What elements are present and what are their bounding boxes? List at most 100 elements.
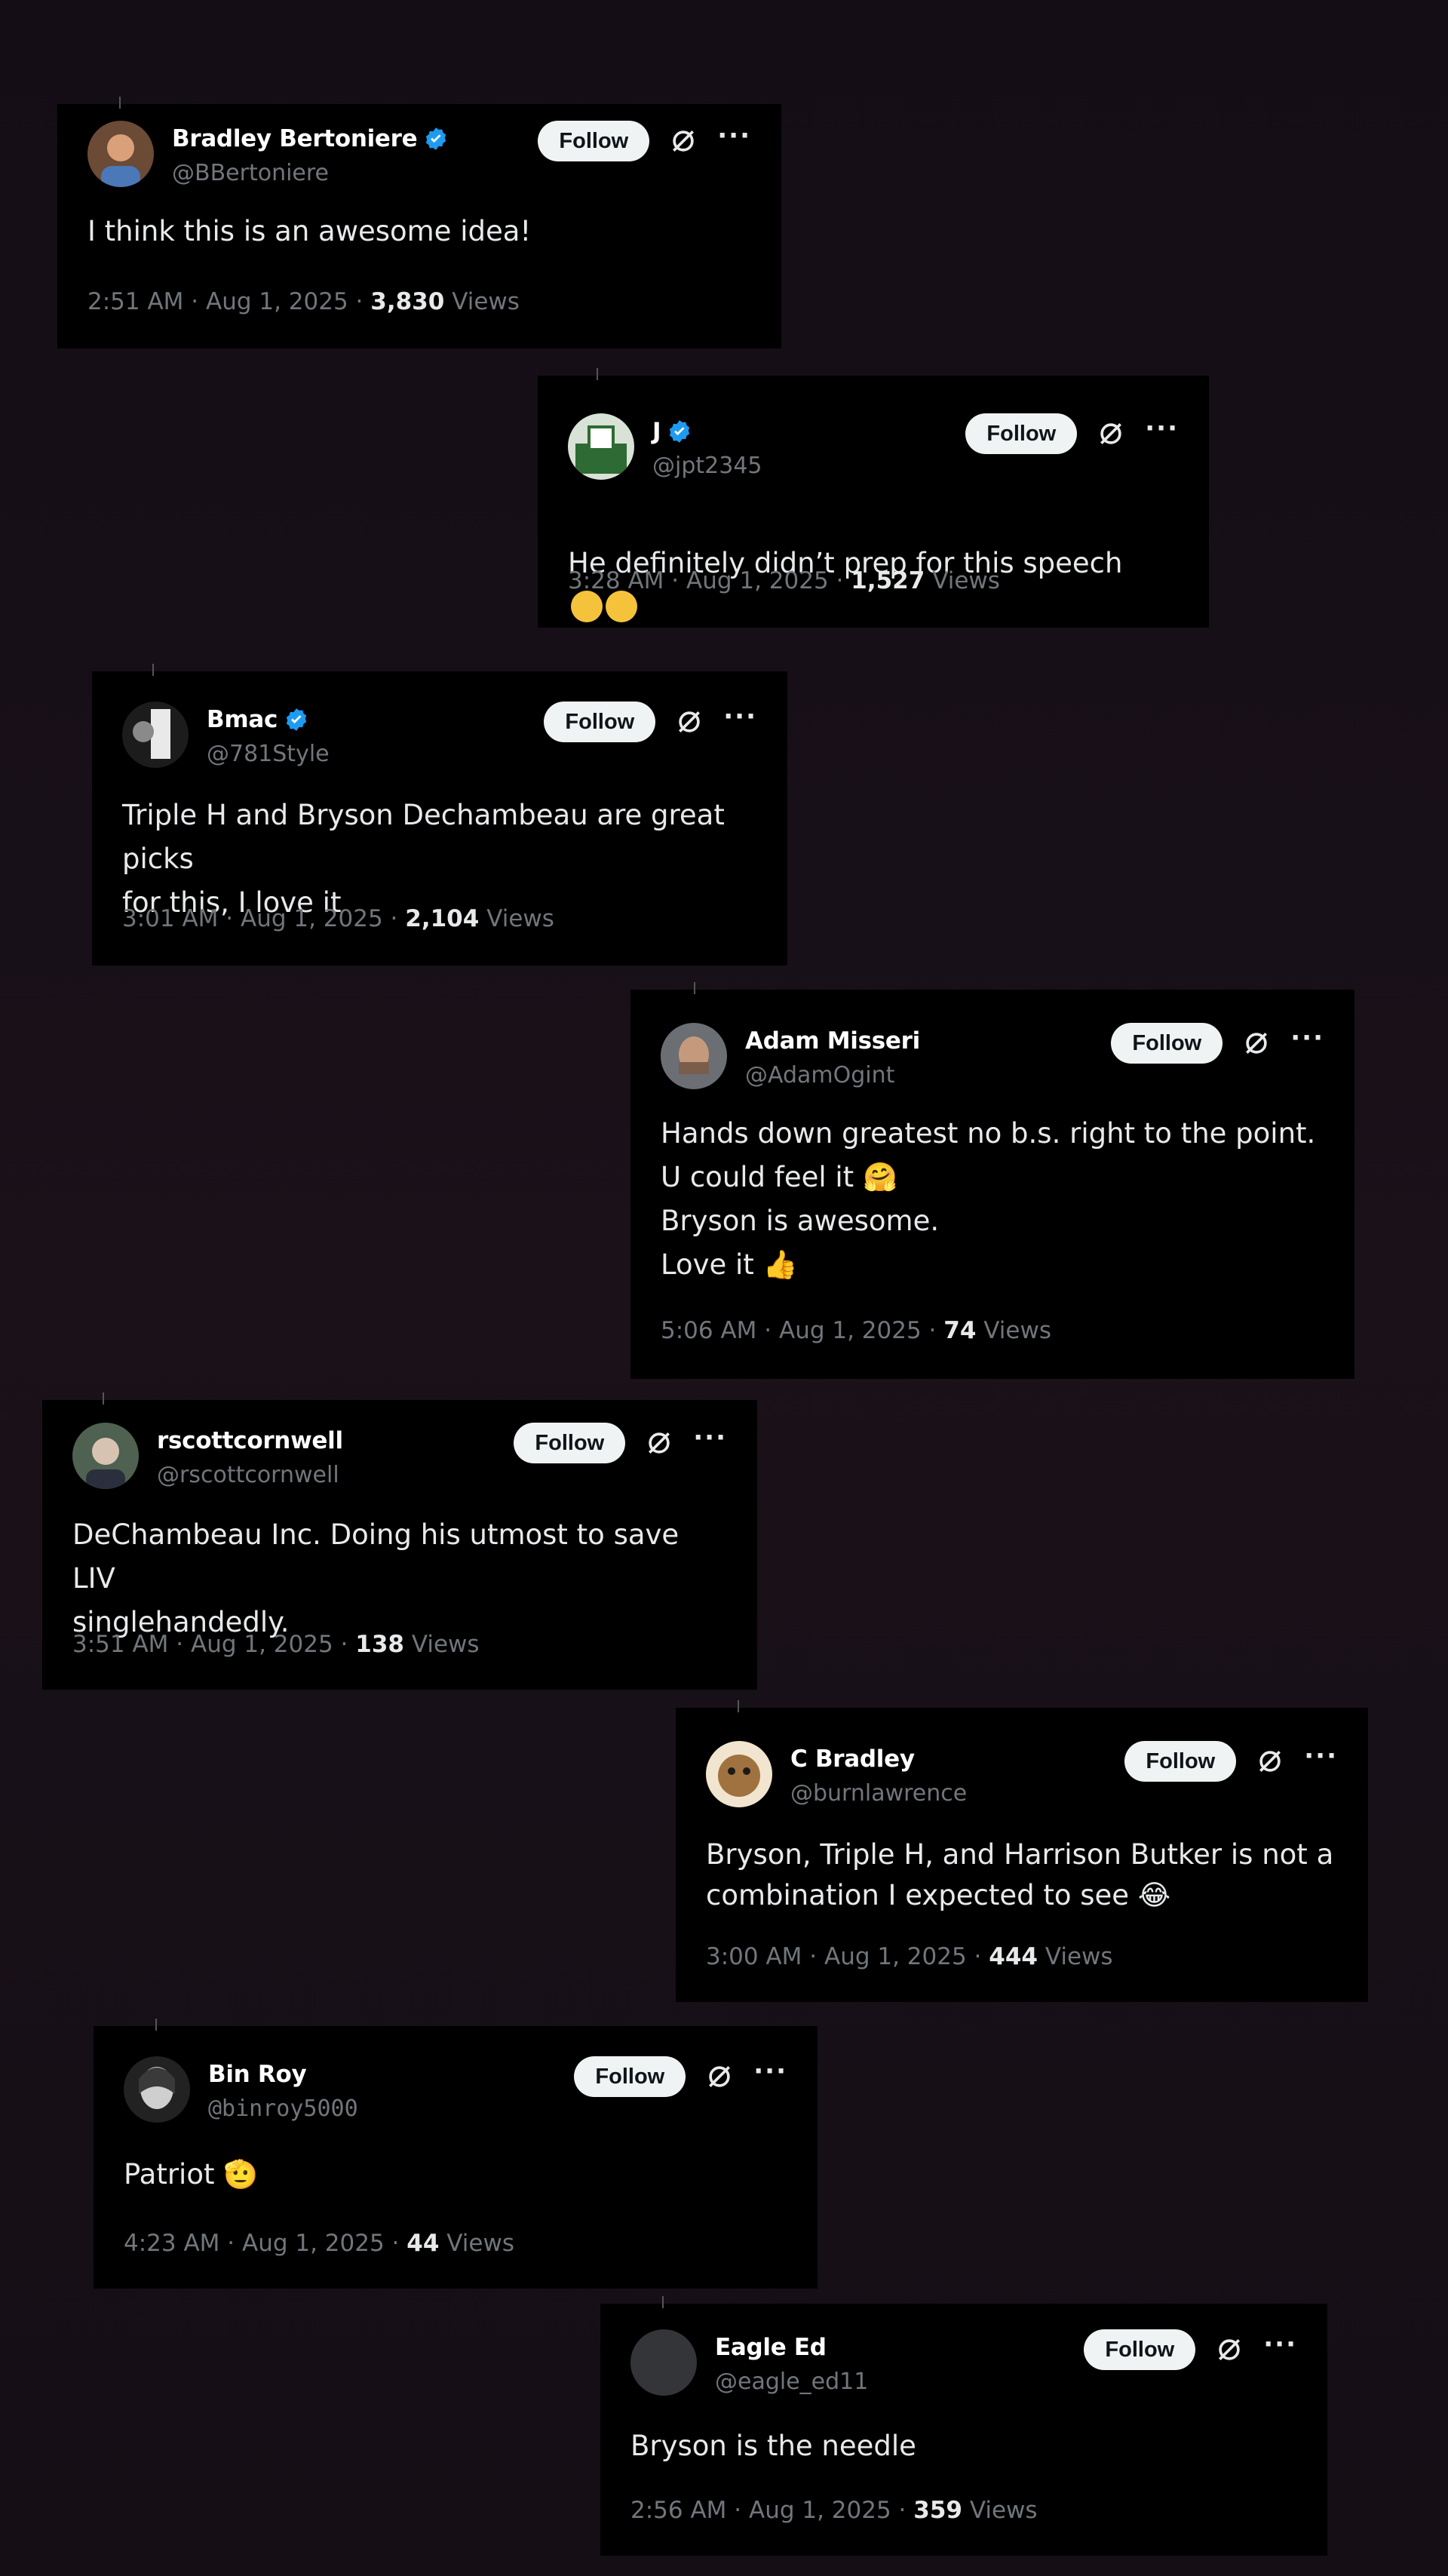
timestamp[interactable]: 2:56 AM · Aug 1, 2025 ·: [630, 2497, 913, 2524]
timestamp[interactable]: 3:00 AM · Aug 1, 2025 ·: [706, 1943, 989, 1970]
tick-mark: [152, 664, 154, 676]
user-handle[interactable]: @rscottcornwell: [157, 1462, 339, 1488]
timestamp[interactable]: 3:28 AM · Aug 1, 2025 ·: [568, 567, 851, 594]
follow-button[interactable]: Follow: [1084, 2329, 1196, 2370]
timestamp[interactable]: 4:23 AM · Aug 1, 2025 ·: [124, 2230, 406, 2257]
avatar[interactable]: [568, 413, 634, 480]
verified-badge-icon: [423, 126, 449, 152]
user-handle[interactable]: @eagle_ed11: [715, 2369, 868, 2395]
views-label: Views: [411, 1631, 480, 1658]
view-count: 444: [989, 1943, 1038, 1970]
timestamp[interactable]: 3:01 AM · Aug 1, 2025 ·: [122, 905, 405, 932]
verified-badge-icon: [284, 707, 309, 732]
more-options-icon[interactable]: ···: [1290, 1025, 1324, 1051]
tweet-header: Eagle Ed @eagle_ed11 Follow ···: [630, 2329, 1297, 2402]
grok-icon[interactable]: [669, 127, 698, 155]
tweet-header: Bradley Bertoniere @BBertoniere Follow ·…: [87, 121, 751, 193]
display-name[interactable]: Adam Misseri: [745, 1027, 920, 1055]
view-count: 74: [943, 1317, 977, 1344]
display-name[interactable]: Bmac: [207, 706, 278, 733]
grok-icon[interactable]: [1215, 2335, 1244, 2364]
tweet-card[interactable]: Bin Roy @binroy5000 Follow ··· Patriot 🫡…: [94, 2019, 818, 2289]
grok-icon[interactable]: [675, 708, 704, 736]
avatar[interactable]: [122, 702, 189, 768]
tick-mark: [119, 97, 121, 109]
display-name[interactable]: rscottcornwell: [157, 1427, 343, 1454]
tweet-text: Bryson is the needle: [630, 2430, 916, 2462]
tweet-card[interactable]: Adam Misseri @AdamOgint Follow ··· Hands…: [630, 982, 1354, 1379]
tweet-text: DeChambeau Inc. Doing his utmost to save…: [72, 1518, 680, 1638]
tweet-text: Patriot 🫡: [124, 2158, 259, 2191]
display-name[interactable]: Eagle Ed: [715, 2334, 827, 2361]
tweet-header: rscottcornwell @rscottcornwell Follow ··…: [72, 1423, 727, 1495]
user-handle[interactable]: @burnlawrence: [790, 1780, 967, 1807]
timestamp[interactable]: 3:51 AM · Aug 1, 2025 ·: [72, 1631, 355, 1658]
user-handle[interactable]: @binroy5000: [208, 2095, 358, 2122]
tweet-meta: 3:00 AM · Aug 1, 2025 · 444 Views: [706, 1943, 1113, 1970]
timestamp[interactable]: 2:51 AM · Aug 1, 2025 ·: [87, 288, 370, 315]
follow-button[interactable]: Follow: [1124, 1741, 1237, 1782]
grok-icon[interactable]: [645, 1429, 673, 1457]
tweet-card[interactable]: Bradley Bertoniere @BBertoniere Follow ·…: [57, 97, 781, 348]
views-label: Views: [486, 905, 554, 932]
more-options-icon[interactable]: ···: [1263, 2332, 1297, 2357]
views-label: Views: [932, 567, 1000, 594]
more-options-icon[interactable]: ···: [753, 2059, 787, 2084]
tweet-header: C Bradley @burnlawrence Follow ···: [706, 1741, 1338, 1813]
tweet-meta: 3:01 AM · Aug 1, 2025 · 2,104 Views: [122, 905, 554, 932]
tweet-header: J @jpt2345 Follow ···: [568, 413, 1179, 486]
tweet-card[interactable]: C Bradley @burnlawrence Follow ··· Bryso…: [676, 1700, 1368, 2002]
tick-mark: [597, 368, 598, 380]
tweet-card[interactable]: Eagle Ed @eagle_ed11 Follow ··· Bryson i…: [600, 2296, 1327, 2556]
grok-icon[interactable]: [1256, 1747, 1284, 1776]
tick-mark: [662, 2296, 664, 2308]
follow-button[interactable]: Follow: [965, 413, 1078, 454]
sweat-smile-emoji: [571, 591, 603, 622]
follow-button[interactable]: Follow: [544, 702, 656, 742]
more-options-icon[interactable]: ···: [1304, 1743, 1338, 1769]
tick-mark: [103, 1392, 104, 1405]
joy-emoji: [606, 591, 637, 622]
more-options-icon[interactable]: ···: [693, 1425, 727, 1451]
tweet-meta: 4:23 AM · Aug 1, 2025 · 44 Views: [124, 2230, 514, 2257]
display-name[interactable]: Bradley Bertoniere: [172, 125, 418, 152]
grok-icon[interactable]: [705, 2062, 734, 2091]
avatar[interactable]: [630, 2329, 697, 2396]
more-options-icon[interactable]: ···: [1145, 416, 1179, 441]
more-options-icon[interactable]: ···: [723, 704, 757, 729]
tweet-card[interactable]: Bmac @781Style Follow ··· Triple H and B…: [92, 664, 787, 966]
follow-button[interactable]: Follow: [514, 1423, 626, 1463]
follow-button[interactable]: Follow: [1111, 1023, 1223, 1064]
more-options-icon[interactable]: ···: [717, 123, 751, 149]
follow-button[interactable]: Follow: [538, 121, 650, 161]
tweet-card[interactable]: rscottcornwell @rscottcornwell Follow ··…: [42, 1392, 757, 1690]
tweet-card[interactable]: J @jpt2345 Follow ··· He definitely didn…: [538, 368, 1209, 629]
view-count: 44: [406, 2230, 440, 2257]
avatar[interactable]: [72, 1423, 139, 1489]
display-name[interactable]: J: [652, 418, 661, 445]
tweet-text: Hands down greatest no b.s. right to the…: [661, 1117, 1316, 1281]
tick-mark: [738, 1700, 739, 1712]
grok-icon[interactable]: [1097, 419, 1125, 448]
view-count: 138: [355, 1631, 404, 1658]
follow-button[interactable]: Follow: [574, 2056, 686, 2097]
tweet-text: I think this is an awesome idea!: [87, 215, 532, 247]
user-handle[interactable]: @jpt2345: [652, 453, 762, 479]
avatar[interactable]: [87, 121, 154, 187]
avatar[interactable]: [661, 1023, 727, 1089]
user-handle[interactable]: @AdamOgint: [745, 1062, 894, 1088]
tick-mark: [694, 982, 695, 994]
tweet-text: He definitely didn’t prep for this speec…: [568, 498, 1179, 629]
timestamp[interactable]: 5:06 AM · Aug 1, 2025 ·: [661, 1317, 943, 1344]
display-name[interactable]: C Bradley: [790, 1745, 915, 1773]
user-handle[interactable]: @781Style: [207, 741, 330, 767]
display-name[interactable]: Bin Roy: [208, 2061, 307, 2088]
user-handle[interactable]: @BBertoniere: [172, 160, 329, 186]
views-label: Views: [983, 1317, 1051, 1344]
view-count: 2,104: [405, 905, 480, 932]
avatar[interactable]: [124, 2056, 190, 2123]
grok-icon[interactable]: [1242, 1029, 1271, 1058]
tweet-header: Adam Misseri @AdamOgint Follow ···: [661, 1023, 1324, 1095]
tweet-header: Bmac @781Style Follow ···: [122, 702, 757, 774]
avatar[interactable]: [706, 1741, 772, 1807]
